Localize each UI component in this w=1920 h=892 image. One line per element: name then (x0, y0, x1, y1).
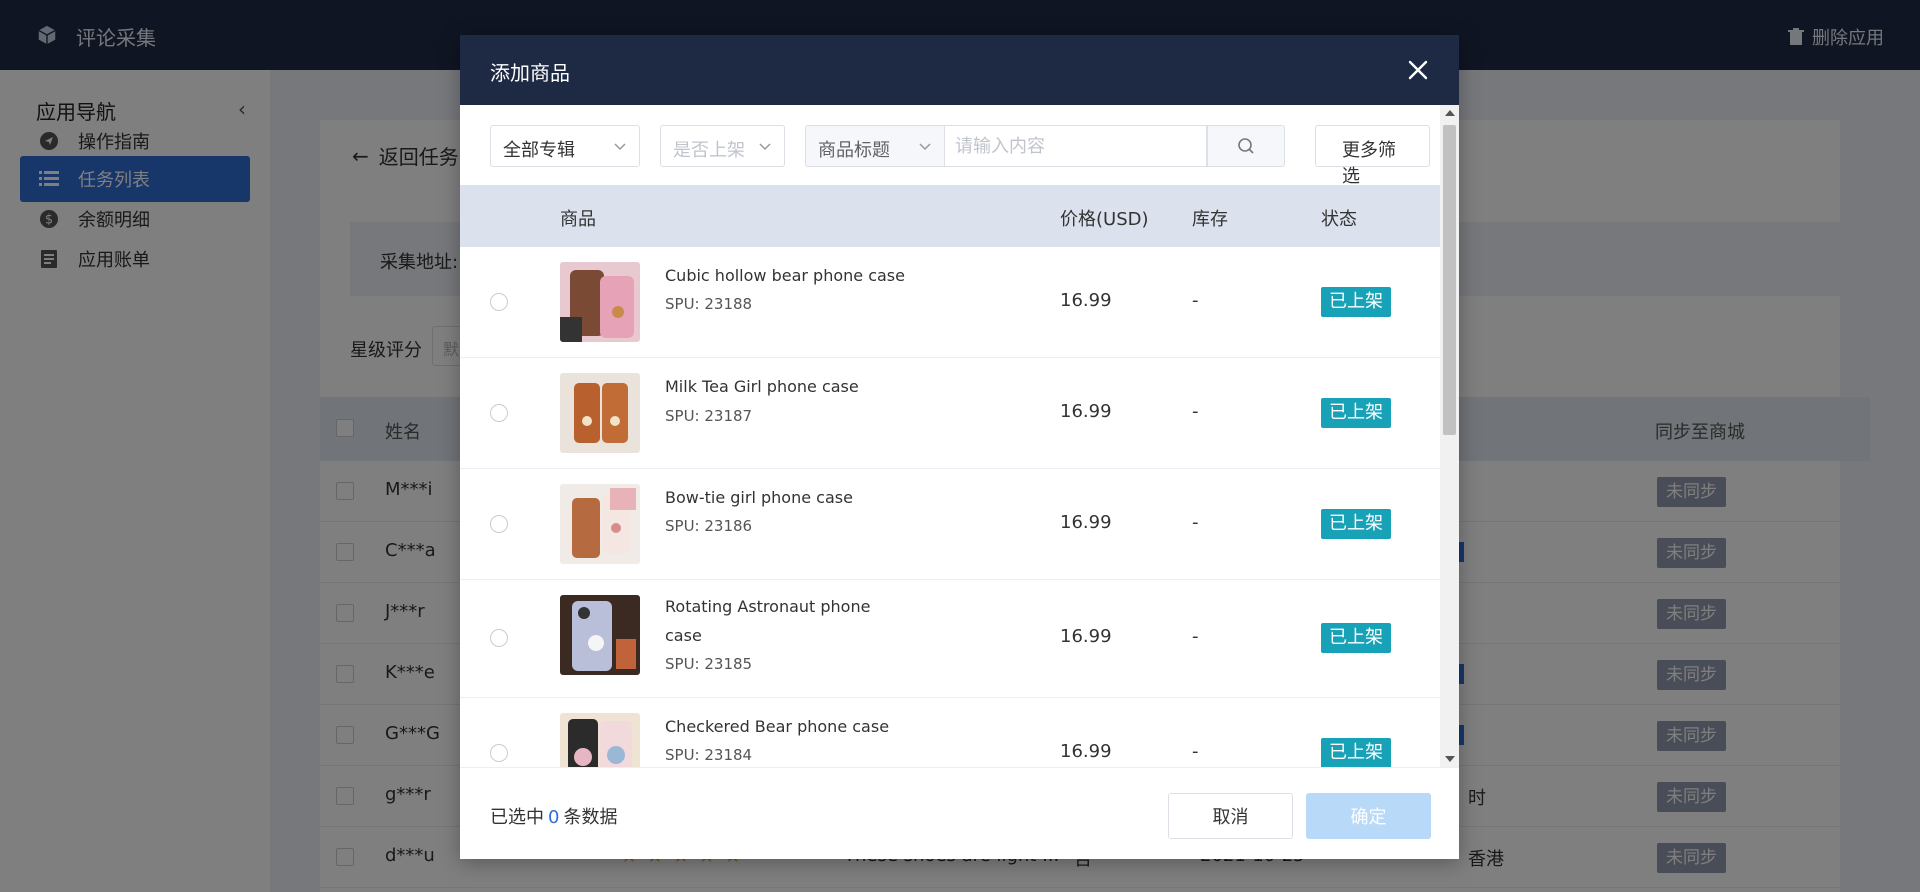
dialog-footer: 已选中 0 条数据 取消 确定 (460, 767, 1459, 859)
product-name: Checkered Bear phone case (665, 717, 890, 736)
column-product: 商品 (560, 209, 596, 230)
search-input[interactable] (945, 125, 1207, 167)
product-name: Milk Tea Girl phone case (665, 377, 859, 396)
product-price: 16.99 (1060, 401, 1112, 422)
selected-suffix: 条数据 (563, 807, 618, 828)
search-field-select[interactable]: 商品标题 (805, 125, 945, 167)
chevron-down-icon (759, 143, 771, 151)
product-stock: - (1192, 626, 1199, 647)
status-badge: 已上架 (1321, 398, 1391, 428)
table-row[interactable]: Rotating Astronaut phone case SPU: 23185… (460, 580, 1440, 698)
status-badge: 已上架 (1321, 509, 1391, 539)
product-price: 16.99 (1060, 290, 1112, 311)
album-select[interactable]: 全部专辑 (490, 125, 640, 167)
product-price: 16.99 (1060, 626, 1112, 647)
row-radio[interactable] (490, 744, 508, 762)
table-row[interactable]: Milk Tea Girl phone case SPU: 23187 16.9… (460, 358, 1440, 469)
status-badge: 已上架 (1321, 738, 1391, 767)
cancel-button[interactable]: 取消 (1168, 793, 1293, 839)
product-table: 商品 价格(USD) 库存 状态 Cubic hollow bear phone… (460, 185, 1440, 767)
chevron-down-icon (614, 143, 626, 151)
product-price: 16.99 (1060, 741, 1112, 762)
product-name: Rotating Astronaut phone case (665, 597, 871, 645)
search-icon (1238, 138, 1254, 154)
product-name: Bow-tie girl phone case (665, 488, 853, 507)
product-spu: SPU: 23188 (665, 295, 753, 313)
filter-bar: 全部专辑 是否上架 商品标题 更多筛选 (490, 125, 1430, 187)
add-product-dialog: 添加商品 全部专辑 是否上架 商品标题 更多筛选 商品 价格(USD) 库存 状… (460, 35, 1459, 859)
product-thumbnail (560, 484, 640, 564)
table-row[interactable]: Checkered Bear phone case SPU: 23184 16.… (460, 698, 1440, 767)
product-spu: SPU: 23186 (665, 517, 753, 535)
listed-select[interactable]: 是否上架 (660, 125, 785, 167)
scrollbar-thumb[interactable] (1443, 125, 1456, 435)
search-button[interactable] (1207, 125, 1285, 167)
search-field-value: 商品标题 (818, 140, 890, 161)
close-icon[interactable] (1403, 55, 1433, 85)
more-filters-button[interactable]: 更多筛选 (1315, 125, 1430, 187)
product-stock: - (1192, 401, 1199, 422)
status-badge: 已上架 (1321, 287, 1391, 317)
product-thumbnail (560, 373, 640, 453)
product-thumbnail (560, 595, 640, 675)
row-radio[interactable] (490, 293, 508, 311)
product-thumbnail (560, 713, 640, 767)
listed-select-value: 是否上架 (673, 140, 745, 161)
product-stock: - (1192, 741, 1199, 762)
table-row[interactable]: Bow-tie girl phone case SPU: 23186 16.99… (460, 469, 1440, 580)
product-list-scrollbar[interactable] (1440, 105, 1459, 767)
product-stock: - (1192, 512, 1199, 533)
album-select-value: 全部专辑 (503, 140, 575, 161)
row-radio[interactable] (490, 515, 508, 533)
status-badge: 已上架 (1321, 623, 1391, 653)
scroll-down-arrow-icon[interactable] (1445, 756, 1455, 762)
product-price: 16.99 (1060, 512, 1112, 533)
selected-count-text: 已选中 0 条数据 (490, 803, 617, 829)
product-stock: - (1192, 290, 1199, 311)
selected-prefix: 已选中 (490, 807, 544, 828)
dialog-title: 添加商品 (490, 61, 570, 85)
column-status: 状态 (1321, 209, 1357, 230)
column-price: 价格(USD) (1060, 209, 1149, 230)
product-spu: SPU: 23185 (665, 655, 753, 673)
table-row[interactable]: Cubic hollow bear phone case SPU: 23188 … (460, 247, 1440, 358)
product-thumbnail (560, 262, 640, 342)
dialog-header: 添加商品 (460, 35, 1459, 105)
row-radio[interactable] (490, 404, 508, 422)
product-spu: SPU: 23187 (665, 407, 753, 425)
selected-count: 0 (548, 807, 560, 828)
confirm-button[interactable]: 确定 (1306, 793, 1431, 839)
product-spu: SPU: 23184 (665, 746, 753, 764)
scroll-up-arrow-icon[interactable] (1445, 110, 1455, 116)
product-name: Cubic hollow bear phone case (665, 266, 905, 285)
row-radio[interactable] (490, 629, 508, 647)
column-stock: 库存 (1192, 209, 1228, 230)
product-table-header: 商品 价格(USD) 库存 状态 (460, 185, 1440, 247)
chevron-down-icon (919, 143, 931, 151)
